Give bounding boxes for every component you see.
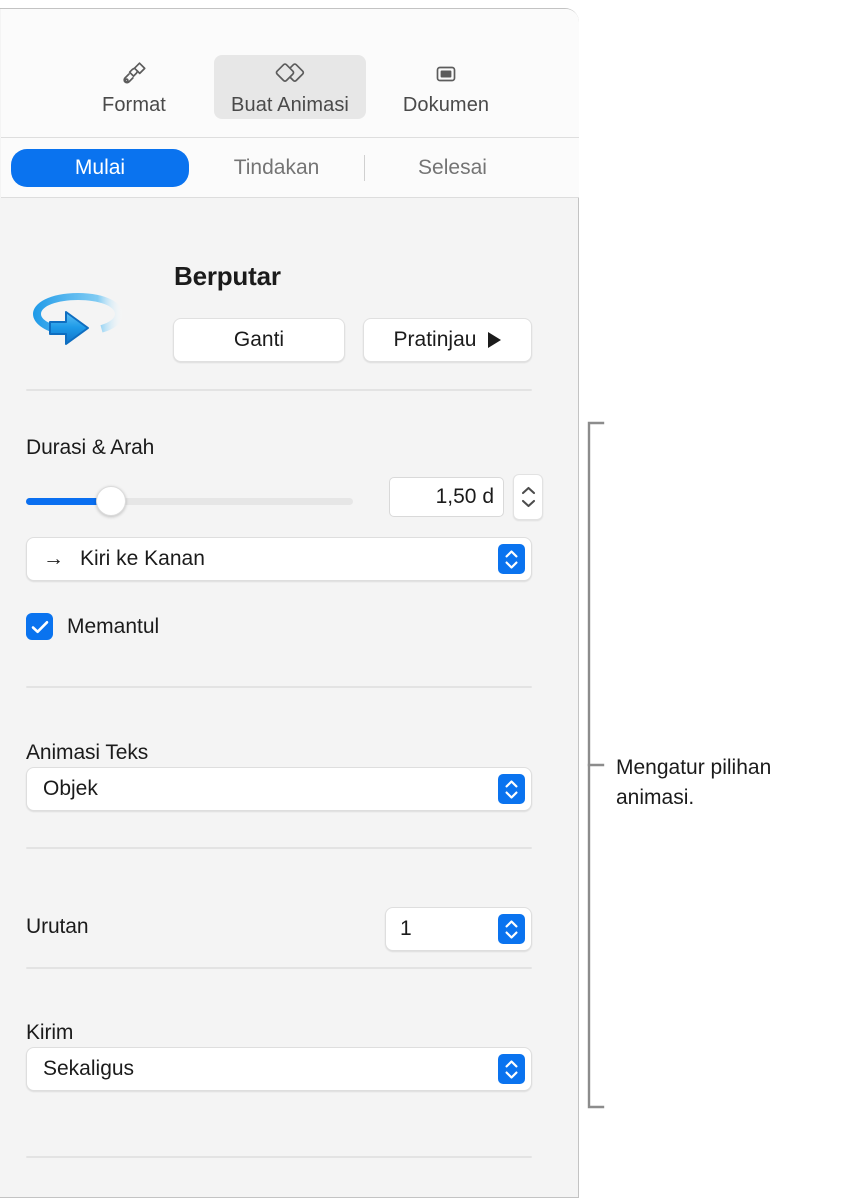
separator-after-duration (26, 686, 532, 688)
bounce-label: Memantul (67, 614, 160, 638)
preview-effect-label: Pratinjau (393, 328, 477, 351)
animate-diamonds-icon (274, 59, 306, 89)
bounce-checkbox-row[interactable]: Memantul (26, 613, 159, 640)
separator-after-order (26, 967, 532, 969)
rotate-arrow-icon (26, 281, 131, 366)
toolbar-label-document: Dokumen (402, 94, 490, 116)
paintbrush-icon (119, 59, 149, 89)
change-effect-button[interactable]: Ganti (173, 318, 345, 362)
direction-popup-button[interactable]: → Kiri ke Kanan (26, 537, 532, 581)
order-popup-button[interactable]: 1 (385, 907, 532, 951)
inspector-toolbar: Format Buat Animasi Dokumen (1, 9, 579, 138)
tab-selesai[interactable]: Selesai (365, 156, 540, 180)
duration-section-title: Durasi & Arah (26, 436, 155, 459)
popup-chevrons-icon[interactable] (498, 774, 525, 804)
toolbar-button-format[interactable]: Format (58, 55, 210, 119)
text-animation-value: Objek (43, 777, 98, 800)
change-effect-label: Ganti (233, 328, 285, 351)
animation-stage-tabs: Mulai Tindakan Selesai (1, 138, 579, 198)
order-value: 1 (400, 917, 412, 940)
document-slide-icon (431, 59, 461, 89)
stepper-down-icon[interactable] (521, 499, 536, 508)
order-section-title: Urutan (26, 915, 89, 938)
toolbar-label-animate: Buat Animasi (231, 94, 349, 116)
effect-name: Berputar (174, 261, 281, 291)
inspector-content: Berputar Ganti Pratinjau Durasi & Arah 1… (1, 199, 579, 1197)
toolbar-button-document[interactable]: Dokumen (370, 55, 522, 119)
delivery-popup-button[interactable]: Sekaligus (26, 1047, 532, 1091)
toolbar-button-animate[interactable]: Buat Animasi (214, 55, 366, 119)
tab-tindakan[interactable]: Tindakan (189, 156, 364, 180)
animate-inspector-panel: Format Buat Animasi Dokumen Mulai Tindak… (0, 8, 579, 1198)
callout-annotation: Mengatur pilihan animasi. (586, 420, 841, 1110)
duration-slider-thumb[interactable] (96, 486, 126, 516)
bounce-checkbox[interactable] (26, 613, 53, 640)
callout-text: Mengatur pilihan animasi. (616, 756, 772, 809)
separator-after-delivery (26, 1156, 532, 1158)
popup-chevrons-icon[interactable] (498, 544, 525, 574)
direction-arrow-glyph: → (43, 547, 64, 570)
tab-mulai[interactable]: Mulai (11, 148, 189, 187)
popup-chevrons-icon[interactable] (498, 914, 525, 944)
direction-value: Kiri ke Kanan (80, 547, 205, 570)
separator-after-text-animation (26, 847, 532, 849)
effect-header: Berputar Ganti Pratinjau (1, 229, 579, 379)
checkmark-icon (31, 620, 48, 633)
preview-effect-button[interactable]: Pratinjau (363, 318, 532, 362)
play-triangle-icon (488, 332, 502, 348)
duration-slider[interactable] (26, 486, 353, 517)
delivery-section-title: Kirim (26, 1021, 74, 1044)
delivery-value: Sekaligus (43, 1057, 135, 1080)
text-animation-section-title: Animasi Teks (26, 741, 149, 764)
separator-after-effect (26, 389, 532, 391)
text-animation-popup-button[interactable]: Objek (26, 767, 532, 811)
popup-chevrons-icon[interactable] (498, 1054, 525, 1084)
duration-value-field[interactable]: 1,50 d (389, 477, 504, 517)
toolbar-label-format: Format (102, 94, 166, 116)
duration-stepper[interactable] (513, 474, 543, 520)
stepper-up-icon[interactable] (521, 486, 536, 495)
